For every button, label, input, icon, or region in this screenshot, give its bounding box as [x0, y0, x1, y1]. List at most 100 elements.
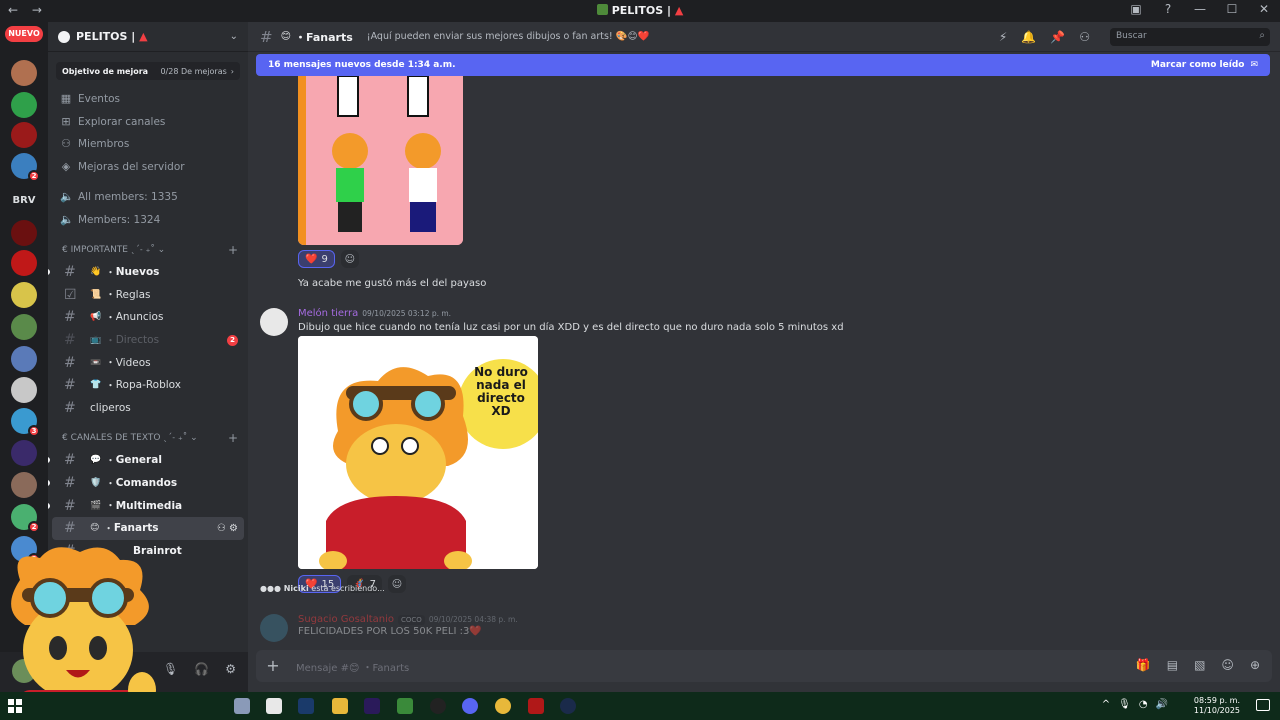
- add-reaction-icon[interactable]: ☺: [388, 575, 407, 593]
- server-avatar[interactable]: 2: [11, 153, 40, 182]
- chevron-down-icon[interactable]: ⌄: [230, 31, 238, 42]
- channel-comandos[interactable]: # 🛡️ ・ Comandos: [48, 472, 244, 495]
- network-icon[interactable]: ◔: [1139, 699, 1148, 710]
- stat-members[interactable]: 🔈 Members: 1324: [48, 209, 248, 232]
- mention-badge: 2: [28, 170, 40, 182]
- server-header[interactable]: PELITOS | ▲ ⌄: [48, 22, 248, 52]
- app-icon[interactable]: [234, 698, 250, 714]
- file-icon[interactable]: [266, 698, 282, 714]
- bell-icon[interactable]: 🔔: [1021, 30, 1036, 44]
- volume-icon[interactable]: 🔊: [1156, 699, 1168, 710]
- compass-icon: ⊞: [61, 114, 71, 128]
- menu-browse-channels[interactable]: ⊞ Explorar canales: [48, 111, 248, 134]
- notification-icon[interactable]: [1256, 699, 1270, 711]
- stat-all-members[interactable]: 🔈 All members: 1335: [48, 186, 248, 209]
- server-avatar[interactable]: [11, 250, 37, 276]
- members-icon[interactable]: ⚇: [1079, 30, 1090, 44]
- server-avatar[interactable]: [11, 92, 37, 118]
- minimize-button[interactable]: —: [1192, 2, 1208, 16]
- fanart-image[interactable]: [298, 76, 463, 245]
- channel-directos[interactable]: # 📺 ・ Directos 2: [52, 329, 244, 352]
- gif-icon[interactable]: ▤: [1167, 658, 1178, 672]
- server-avatar[interactable]: [11, 377, 37, 403]
- message-input[interactable]: Mensaje #😊 ・Fanarts: [296, 659, 409, 674]
- server-avatar[interactable]: 3: [11, 408, 40, 437]
- typing-indicator: ●●● Niciki está escribiendo...: [260, 584, 385, 593]
- valorant-icon[interactable]: [528, 698, 544, 714]
- heart-reaction[interactable]: ❤️ 9: [298, 250, 335, 268]
- channel-anuncios[interactable]: # 📢 ・ Anuncios: [52, 306, 244, 329]
- megaphone-icon: #: [64, 309, 76, 326]
- server-avatar[interactable]: [11, 346, 37, 372]
- server-avatar[interactable]: [11, 472, 37, 498]
- add-reaction-icon[interactable]: ☺: [340, 250, 359, 268]
- channel-general[interactable]: # 💬 ・ General: [48, 449, 244, 472]
- gear-icon[interactable]: ⚙: [225, 662, 236, 676]
- menu-members[interactable]: ⚇ Miembros: [48, 133, 248, 156]
- menu-server-boosts[interactable]: ◈ Mejoras del servidor: [48, 156, 248, 179]
- chrome-icon[interactable]: [495, 698, 511, 714]
- server-avatar[interactable]: [11, 60, 37, 86]
- server-avatar[interactable]: 2: [11, 504, 40, 533]
- chevron-up-icon[interactable]: ^: [1102, 699, 1110, 710]
- premiere-icon[interactable]: [364, 698, 380, 714]
- new-badge[interactable]: NUEVO: [5, 26, 43, 42]
- maximize-button[interactable]: ☐: [1224, 2, 1240, 16]
- windows-start-icon[interactable]: [8, 699, 22, 713]
- menu-events[interactable]: ▦ Eventos: [48, 88, 248, 111]
- microphone-icon[interactable]: 🎙: [163, 662, 178, 676]
- channel-multimedia[interactable]: # 🎬 ・ Multimedia: [48, 494, 244, 517]
- server-avatar[interactable]: [11, 122, 37, 148]
- new-messages-banner[interactable]: 16 mensajes nuevos desde 1:34 a.m. Marca…: [256, 54, 1270, 76]
- gift-icon[interactable]: 🎁: [1136, 658, 1151, 672]
- gear-icon[interactable]: ⚙: [229, 523, 238, 534]
- channel-reglas[interactable]: ☑ 📜 ・ Reglas: [52, 284, 244, 307]
- obs-icon[interactable]: [430, 698, 446, 714]
- add-attachment-icon[interactable]: +: [266, 658, 280, 674]
- photoshop-icon[interactable]: [298, 698, 314, 714]
- inbox-icon[interactable]: ▣: [1128, 2, 1144, 16]
- channel-videos[interactable]: # 📼 ・ Videos: [52, 351, 244, 374]
- close-button[interactable]: ✕: [1256, 2, 1272, 16]
- channel-fanarts[interactable]: # 😊 ・ Fanarts ⚇ ⚙: [52, 516, 244, 540]
- username[interactable]: Sugacio Gosaltanio: [298, 614, 394, 625]
- channel-nuevos[interactable]: # 👋 ・ Nuevos: [48, 261, 244, 284]
- apps-icon[interactable]: ⊕: [1250, 658, 1260, 672]
- threads-icon[interactable]: ⚡: [999, 30, 1007, 44]
- emoji-icon[interactable]: ☺: [1221, 658, 1234, 672]
- message-composer[interactable]: + Mensaje #😊 ・Fanarts 🎁 ▤ ▧ ☺ ⊕: [256, 650, 1272, 682]
- minecraft-icon[interactable]: [397, 698, 413, 714]
- category-text-channels[interactable]: € CANALES DE TEXTO ˎˊ˗ ₊˚ ⌄ +: [48, 427, 248, 449]
- server-avatar[interactable]: [11, 220, 37, 246]
- server-brv[interactable]: BRV: [11, 188, 37, 214]
- sticker-icon[interactable]: ▧: [1194, 658, 1205, 672]
- mark-as-read-button[interactable]: Marcar como leído: [1151, 60, 1245, 70]
- server-avatar[interactable]: [11, 314, 37, 340]
- search-input[interactable]: Buscar ⌕: [1110, 28, 1270, 46]
- folder-icon[interactable]: [332, 698, 348, 714]
- avatar[interactable]: [260, 308, 288, 336]
- discord-icon[interactable]: [462, 698, 478, 714]
- invite-icon[interactable]: ⚇: [217, 523, 226, 534]
- username[interactable]: Melón tierra: [298, 308, 358, 319]
- help-icon[interactable]: ?: [1160, 2, 1176, 16]
- fanart-image[interactable]: No duro nada el directo XD: [298, 336, 538, 569]
- channel-ropa-roblox[interactable]: # 👕 ・ Ropa-Roblox: [52, 374, 244, 397]
- add-channel-icon[interactable]: +: [228, 431, 238, 445]
- voice-icon: 🔈: [60, 190, 74, 204]
- server-avatar[interactable]: [11, 440, 37, 466]
- hash-icon: #: [64, 520, 76, 537]
- boost-goal[interactable]: Objetivo de mejora 0/28 De mejoras ›: [56, 62, 240, 80]
- server-avatar[interactable]: [11, 282, 37, 308]
- hash-icon: #: [64, 475, 76, 492]
- microphone-icon[interactable]: 🎙: [1118, 699, 1131, 710]
- steam-icon[interactable]: [560, 698, 576, 714]
- channel-topic[interactable]: ¡Aquí pueden enviar sus mejores dibujos …: [367, 31, 650, 42]
- headphones-icon[interactable]: 🎧: [194, 662, 209, 676]
- add-channel-icon[interactable]: +: [228, 243, 238, 257]
- clock[interactable]: 08:59 p. m. 11/10/2025: [1194, 696, 1240, 716]
- channel-cliperos[interactable]: # cliperos: [52, 397, 244, 420]
- avatar[interactable]: [260, 614, 288, 642]
- category-important[interactable]: € IMPORTANTE ˎˊ˗ ₊˚ ⌄ +: [48, 239, 248, 261]
- pin-icon[interactable]: 📌: [1050, 30, 1065, 44]
